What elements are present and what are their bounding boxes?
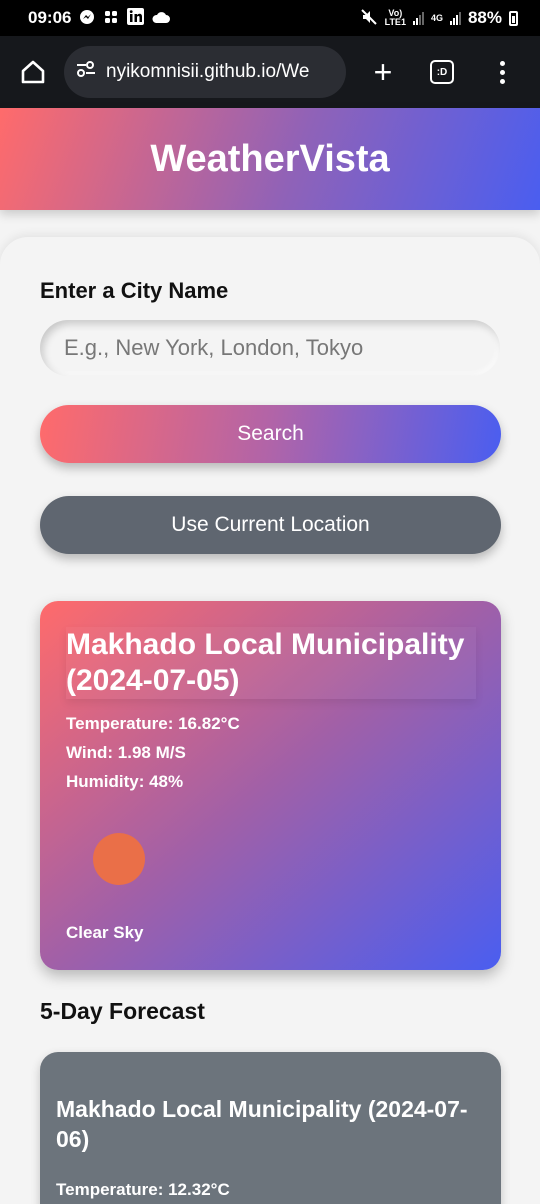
city-input-label: Enter a City Name	[40, 278, 229, 303]
app-header: WeatherVista	[0, 108, 540, 210]
current-wind: Wind: 1.98 M/S	[66, 743, 186, 762]
current-humidity: Humidity: 48%	[66, 772, 184, 791]
status-right: Vo) LTE1 4G 88%	[360, 8, 518, 29]
tab-switcher-button[interactable]: :D	[430, 60, 454, 84]
site-settings-icon[interactable]	[76, 60, 96, 84]
app-title: WeatherVista	[150, 137, 390, 180]
browser-toolbar: nyikomnisii.github.io/We + :D	[0, 36, 540, 108]
forecast-heading: 5-Day Forecast	[40, 998, 205, 1024]
address-bar[interactable]: nyikomnisii.github.io/We	[64, 46, 346, 98]
mute-icon	[360, 8, 378, 29]
forecast-card: Makhado Local Municipality (2024-07-06) …	[40, 1052, 501, 1204]
url-text: nyikomnisii.github.io/We	[106, 61, 310, 82]
messenger-icon	[79, 9, 95, 28]
linkedin-icon	[127, 8, 145, 28]
battery-percent: 88%	[467, 8, 502, 27]
browser-menu-icon[interactable]	[500, 60, 505, 84]
clear-sky-icon	[93, 833, 145, 885]
current-temperature: Temperature: 16.82°C	[66, 714, 240, 733]
status-left: 09:06	[28, 8, 171, 28]
current-weather-card: Makhado Local Municipality (2024-07-05) …	[40, 601, 501, 970]
slack-icon	[103, 9, 119, 28]
current-weather-description: Clear Sky	[66, 923, 144, 942]
current-weather-title: Makhado Local Municipality (2024-07-05)	[66, 627, 476, 699]
forecast-card-temperature: Temperature: 12.32°C	[56, 1180, 230, 1199]
network-type: 4G	[430, 12, 443, 23]
cloud-icon	[152, 10, 171, 27]
volte-indicator: Vo) LTE1	[384, 8, 406, 27]
home-icon[interactable]	[16, 55, 50, 89]
status-bar: 09:06 Vo) LTE1 4G 88%	[0, 0, 540, 36]
new-tab-button[interactable]: +	[366, 54, 400, 91]
signal-icon-1	[412, 11, 424, 25]
use-current-location-button[interactable]: Use Current Location	[40, 496, 501, 554]
forecast-card-title: Makhado Local Municipality (2024-07-06)	[56, 1096, 468, 1152]
signal-icon-2	[449, 11, 461, 25]
battery-icon	[509, 10, 518, 26]
search-button[interactable]: Search	[40, 405, 501, 463]
clock: 09:06	[28, 8, 72, 27]
city-search-input[interactable]	[40, 320, 500, 376]
